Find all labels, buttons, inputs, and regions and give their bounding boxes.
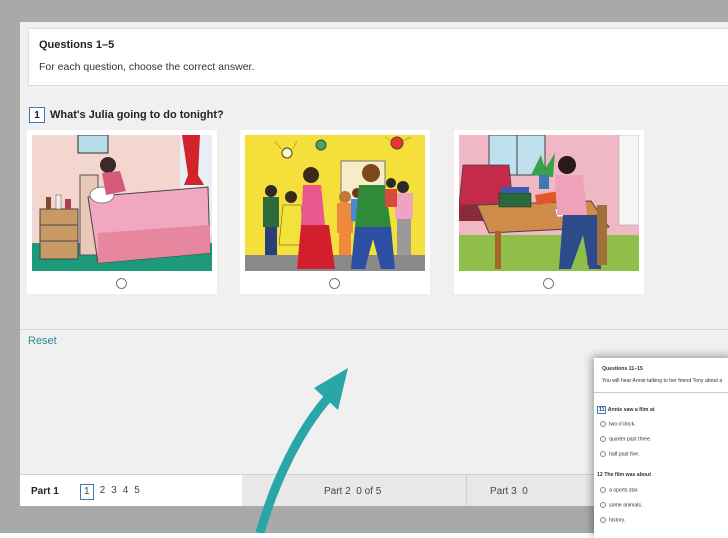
preview-subtitle: You will hear Annie talking to her frien… — [602, 378, 723, 384]
option-card-party[interactable] — [240, 130, 430, 294]
option-card-bed[interactable] — [27, 130, 217, 294]
part3-status: 0 — [522, 486, 528, 497]
next-part-preview: Questions 11–15 You will hear Annie talk… — [594, 358, 728, 538]
party-illustration — [245, 135, 425, 271]
option-card-study[interactable] — [454, 130, 644, 294]
reset-link[interactable]: Reset — [28, 335, 57, 347]
section-divider — [20, 329, 728, 330]
part2-status: 0 of 5 — [356, 486, 382, 497]
question-number: 1 — [29, 107, 45, 123]
option-radio-party[interactable] — [329, 278, 340, 289]
page-2-button[interactable]: 2 — [100, 484, 106, 500]
preview-question-11: 11 Annie saw a film at — [597, 406, 655, 414]
part1-label: Part 1 — [31, 486, 59, 497]
instructions-text: For each question, choose the correct an… — [39, 61, 255, 73]
option-radio-study[interactable] — [543, 278, 554, 289]
preview-title: Questions 11–15 — [602, 366, 643, 372]
page-1-button[interactable]: 1 — [80, 484, 94, 500]
bed-illustration — [32, 135, 212, 271]
arrow-annotation-icon — [255, 368, 348, 533]
page-5-button[interactable]: 5 — [134, 484, 140, 500]
part3-label: Part 3 — [490, 486, 517, 497]
part1-page-numbers: 1 2 3 4 5 — [80, 484, 140, 500]
part1-tab[interactable]: Part 1 1 2 3 4 5 — [20, 475, 242, 506]
part3-tab[interactable]: Part 3 0 — [490, 486, 528, 497]
preview-option: two o'clock. — [600, 421, 636, 427]
preview-divider — [594, 392, 728, 393]
question-header: 1 What's Julia going to do tonight? — [29, 107, 224, 123]
preview-option: some animals. — [600, 502, 642, 508]
preview-option: half past five. — [600, 451, 640, 457]
page-3-button[interactable]: 3 — [111, 484, 117, 500]
question-text: What's Julia going to do tonight? — [50, 109, 224, 121]
preview-question-12: 12 The film was about — [597, 472, 651, 478]
instructions-panel: Questions 1–5 For each question, choose … — [28, 28, 728, 86]
instructions-title: Questions 1–5 — [39, 39, 115, 51]
option-radio-bed[interactable] — [116, 278, 127, 289]
study-illustration — [459, 135, 639, 271]
preview-option: a sports star. — [600, 487, 639, 493]
preview-option: history. — [600, 517, 625, 523]
page-4-button[interactable]: 4 — [123, 484, 129, 500]
preview-option: quarter past three. — [600, 436, 651, 442]
